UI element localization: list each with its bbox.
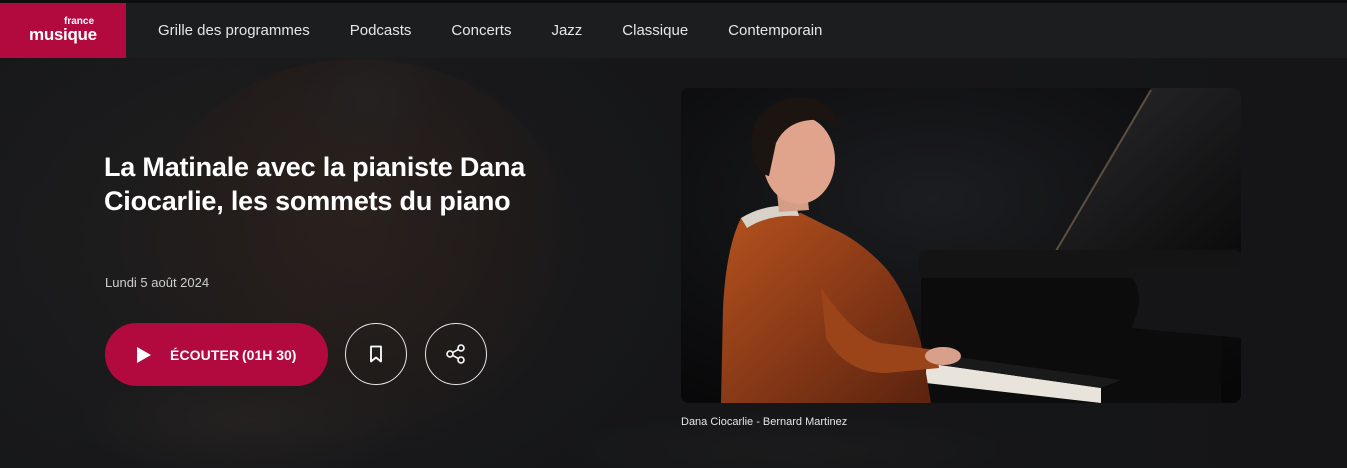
main-nav: Grille des programmes Podcasts Concerts … <box>138 3 842 58</box>
nav-item-grille[interactable]: Grille des programmes <box>138 22 330 39</box>
nav-item-podcasts[interactable]: Podcasts <box>330 22 432 39</box>
photo-caption: Dana Ciocarlie - Bernard Martinez <box>681 416 848 428</box>
site-header: france musique Grille des programmes Pod… <box>0 0 1347 58</box>
episode-date: Lundi 5 août 2024 <box>105 275 210 290</box>
listen-label: ÉCOUTER <box>170 347 240 363</box>
bookmark-button[interactable] <box>345 323 407 385</box>
france-musique-logo[interactable]: france musique <box>0 3 126 58</box>
bookmark-icon <box>370 345 382 363</box>
share-button[interactable] <box>425 323 487 385</box>
listen-duration: (01H 30) <box>242 347 297 363</box>
share-icon <box>446 344 465 364</box>
episode-title: La Matinale avec la pianiste Dana Ciocar… <box>104 152 526 216</box>
logo-main-text: musique <box>29 25 97 44</box>
play-icon <box>137 347 151 363</box>
nav-item-jazz[interactable]: Jazz <box>531 22 602 39</box>
episode-photo <box>681 88 1241 403</box>
nav-item-classique[interactable]: Classique <box>602 22 708 39</box>
nav-item-contemporain[interactable]: Contemporain <box>708 22 842 39</box>
listen-button[interactable]: ÉCOUTER (01H 30) <box>105 323 328 386</box>
nav-item-concerts[interactable]: Concerts <box>431 22 531 39</box>
